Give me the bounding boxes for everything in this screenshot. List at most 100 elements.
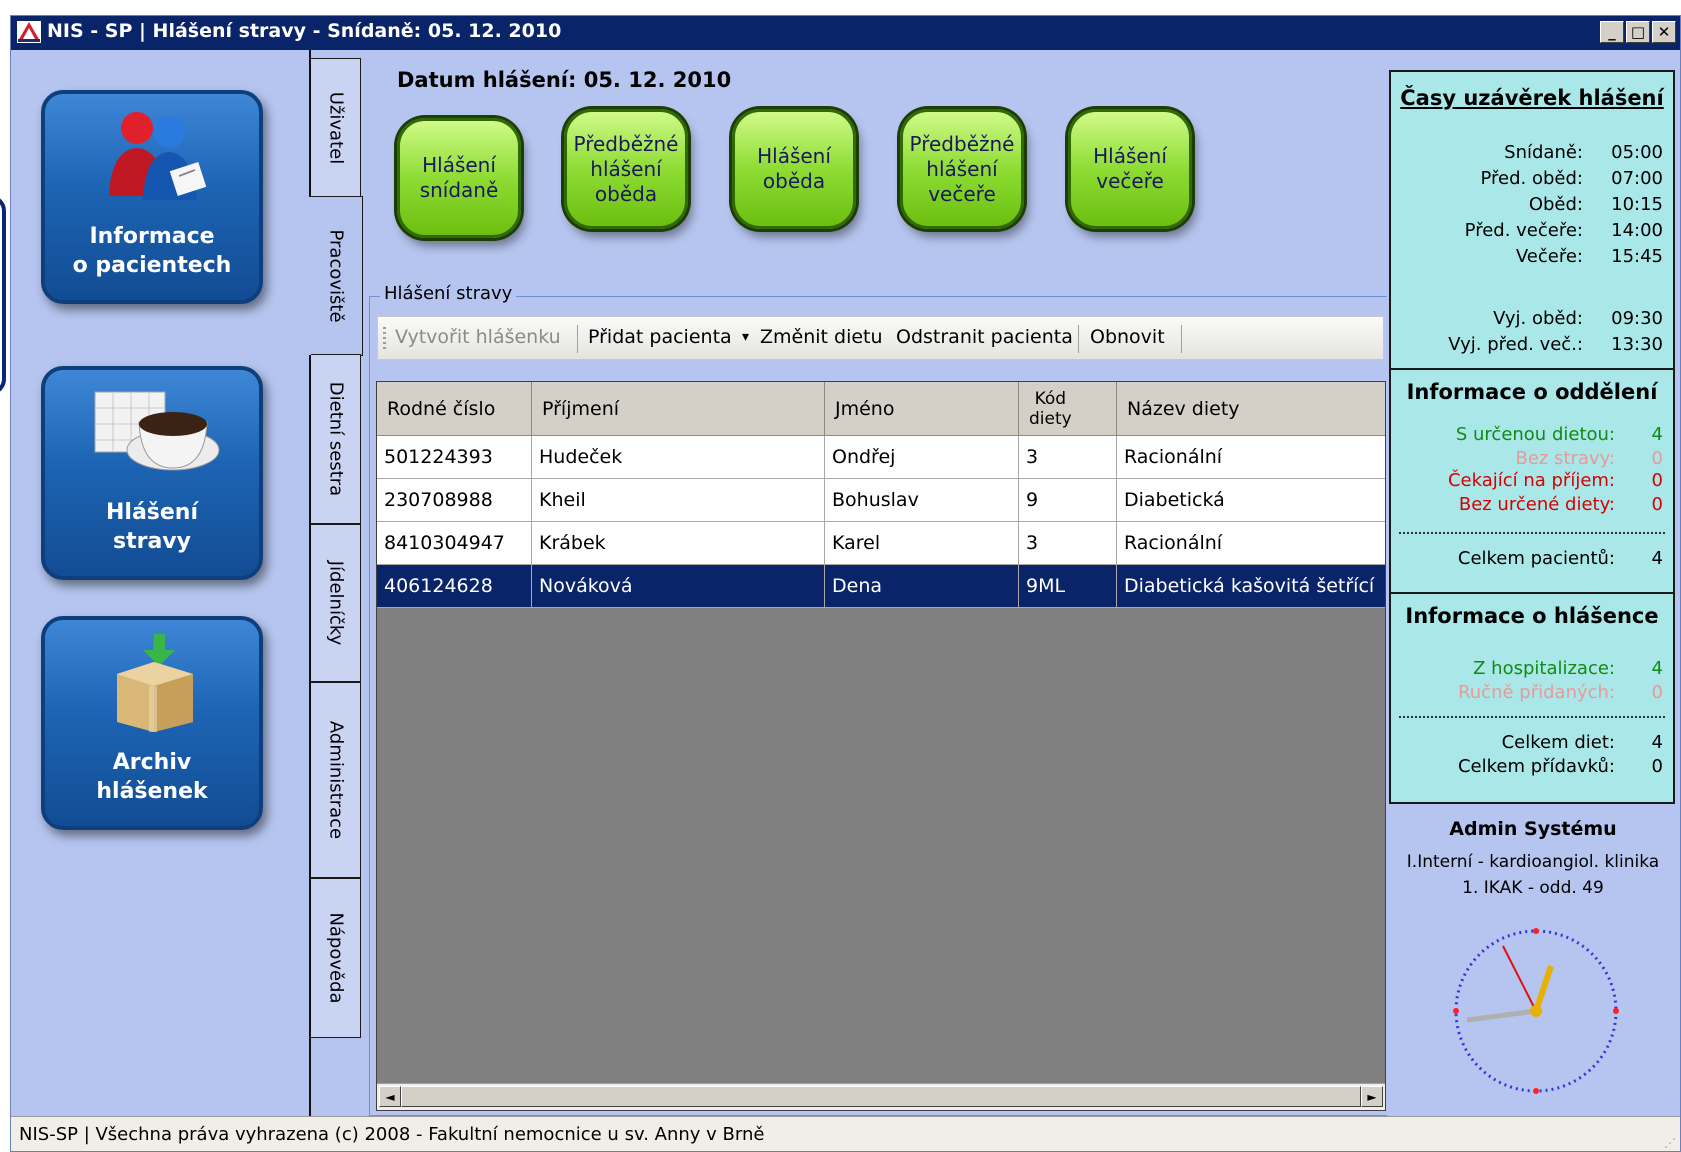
add-patient-button[interactable]: Přidat pacienta: [588, 326, 732, 348]
dept-label: Bez stravy:: [1515, 448, 1615, 469]
tab-uzivatel[interactable]: Uživatel: [311, 58, 361, 198]
patients-info-button[interactable]: Informace o pacientech: [41, 90, 263, 304]
minimize-button[interactable]: _: [1600, 21, 1624, 43]
cell-rodne-cislo: 501224393: [377, 436, 532, 479]
remove-patient-button[interactable]: Odstranit pacienta: [896, 326, 1073, 348]
prelim-dinner-line2: hlášení: [926, 156, 998, 181]
deadline-row: Vyj. oběd: 09:30: [1391, 308, 1663, 334]
slide-edge-decoration: [0, 195, 6, 395]
breakfast-report-line2: snídaně: [419, 178, 499, 202]
left-nav-panel: Informace o pacientech Hlášení stravy Ar…: [11, 50, 311, 1116]
deadline-label: Vyj. před. več.:: [1448, 334, 1583, 355]
dept-label: Čekající na příjem:: [1447, 470, 1615, 491]
report-total-value: 4: [1651, 732, 1663, 753]
dept-value: 4: [1651, 424, 1663, 445]
dept-value: 0: [1651, 470, 1663, 491]
scroll-thumb[interactable]: [401, 1086, 1361, 1107]
col-prijmeni[interactable]: Příjmení: [532, 382, 825, 436]
lunch-report-line2: oběda: [762, 169, 826, 193]
table-row[interactable]: 230708988 Kheil Bohuslav 9 Diabetická: [377, 479, 1385, 522]
prelim-lunch-report-button[interactable]: Předběžné hlášení oběda: [564, 109, 688, 229]
col-rodne-cislo[interactable]: Rodné číslo: [377, 382, 532, 436]
close-button[interactable]: ✕: [1652, 21, 1676, 43]
tab-pracoviste-label: Pracoviště: [325, 229, 346, 323]
dotted-separator: [1399, 716, 1665, 718]
cell-kod-diety: 3: [1019, 436, 1117, 479]
cell-jmeno: Dena: [825, 565, 1019, 608]
horizontal-scrollbar[interactable]: ◄ ►: [377, 1083, 1385, 1110]
cell-rodne-cislo: 230708988: [377, 479, 532, 522]
dinner-report-button[interactable]: Hlášení večeře: [1068, 109, 1192, 229]
table-row-selected[interactable]: 406124628 Nováková Dena 9ML Diabetická k…: [377, 565, 1385, 608]
report-label: Ručně přidaných:: [1458, 682, 1615, 703]
tab-jidelnicky-label: Jídelníčky: [325, 560, 346, 646]
deadlines-box: Časy uzávěrek hlášení Snídaně: 05:00 Před…: [1389, 70, 1675, 370]
create-report-button[interactable]: Vytvořit hlášenku: [395, 326, 561, 348]
lunch-report-button[interactable]: Hlášení oběda: [732, 109, 856, 229]
cell-jmeno: Karel: [825, 522, 1019, 565]
col-nazev-diety[interactable]: Název diety: [1117, 382, 1385, 436]
dept-total-value: 4: [1651, 548, 1663, 569]
tab-administrace[interactable]: Administrace: [311, 682, 361, 878]
dropdown-arrow-icon[interactable]: ▾: [742, 329, 749, 345]
report-total-row: Celkem přídavků: 0: [1391, 756, 1663, 780]
dept-row: S určenou dietou: 4: [1391, 424, 1663, 448]
report-label: Z hospitalizace:: [1473, 658, 1615, 679]
lunch-report-line1: Hlášení: [757, 144, 831, 168]
report-archive-label-2: hlášenek: [96, 779, 208, 804]
analog-clock-icon: [1451, 926, 1621, 1100]
resize-grip-icon[interactable]: ⋰: [1664, 1136, 1676, 1150]
toolbar-grip[interactable]: [383, 327, 386, 351]
deadline-value: 13:30: [1611, 334, 1663, 355]
col-jmeno[interactable]: Jméno: [825, 382, 1019, 436]
prelim-lunch-line3: oběda: [594, 181, 658, 206]
cell-prijmeni: Krábek: [532, 522, 825, 565]
report-archive-label-1: Archiv: [112, 750, 192, 775]
title-bar[interactable]: NIS - SP | Hlášení stravy - Snídaně: 05.…: [11, 16, 1680, 50]
dept-label: S určenou dietou:: [1455, 424, 1615, 445]
deadline-value: 05:00: [1611, 142, 1663, 163]
tab-uzivatel-label: Uživatel: [325, 91, 346, 165]
table-row[interactable]: 8410304947 Krábek Karel 3 Racionální: [377, 522, 1385, 565]
prelim-dinner-report-button[interactable]: Předběžné hlášení večeře: [900, 109, 1024, 229]
dept-row: Bez stravy: 0: [1391, 448, 1663, 472]
tab-administrace-label: Administrace: [325, 720, 346, 840]
tab-pracoviste[interactable]: Pracoviště: [309, 196, 363, 356]
maximize-button[interactable]: □: [1626, 21, 1650, 43]
col-kod-diety[interactable]: Kód diety: [1019, 382, 1117, 436]
meal-report-group: Hlášení stravy Vytvořit hlášenku Přidat …: [369, 283, 1392, 1116]
report-total-label: Celkem přídavků:: [1457, 756, 1615, 777]
report-row: Z hospitalizace: 4: [1391, 658, 1663, 682]
table-row[interactable]: 501224393 Hudeček Ondřej 3 Racionální: [377, 436, 1385, 479]
report-total-label: Celkem diet:: [1501, 732, 1615, 753]
prelim-lunch-line1: Předběžné: [573, 131, 679, 156]
report-archive-button[interactable]: Archiv hlášenek: [41, 616, 263, 830]
user-name: Admin Systému: [1449, 818, 1617, 840]
cell-jmeno: Bohuslav: [825, 479, 1019, 522]
patients-grid[interactable]: Rodné číslo Příjmení Jméno Kód diety Náze…: [376, 381, 1386, 1111]
deadline-row: Před. večeře: 14:00: [1391, 220, 1663, 246]
deadline-value: 14:00: [1611, 220, 1663, 241]
change-diet-button[interactable]: Změnit dietu: [760, 326, 883, 348]
refresh-button[interactable]: Obnovit: [1090, 326, 1165, 348]
cell-nazev-diety: Diabetická: [1117, 479, 1385, 522]
meal-report-button[interactable]: Hlášení stravy: [41, 366, 263, 580]
coffee-cup-calendar-icon: [91, 384, 221, 484]
deadline-row: Oběd: 10:15: [1391, 194, 1663, 220]
grid-header: Rodné číslo Příjmení Jméno Kód diety Náze…: [377, 382, 1385, 436]
dotted-separator: [1399, 532, 1665, 534]
deadline-row: Večeře: 15:45: [1391, 246, 1663, 272]
deadline-value: 15:45: [1611, 246, 1663, 267]
scroll-right-button[interactable]: ►: [1361, 1086, 1383, 1107]
toolbar-separator: [1181, 325, 1182, 353]
report-info-box: Informace o hlášence Z hospitalizace: 4 R…: [1389, 592, 1675, 804]
scroll-left-button[interactable]: ◄: [379, 1086, 401, 1107]
breakfast-report-button[interactable]: Hlášení snídaně: [397, 118, 521, 238]
tab-napoveda[interactable]: Nápověda: [311, 878, 361, 1038]
report-row: Ručně přidaných: 0: [1391, 682, 1663, 706]
toolbar-separator: [1078, 325, 1079, 353]
tab-jidelnicky[interactable]: Jídelníčky: [311, 524, 361, 682]
meal-report-label-1: Hlášení: [105, 500, 199, 525]
tab-dietni-sestra[interactable]: Dietní sestra: [311, 354, 361, 524]
app-logo-icon: [17, 21, 41, 43]
